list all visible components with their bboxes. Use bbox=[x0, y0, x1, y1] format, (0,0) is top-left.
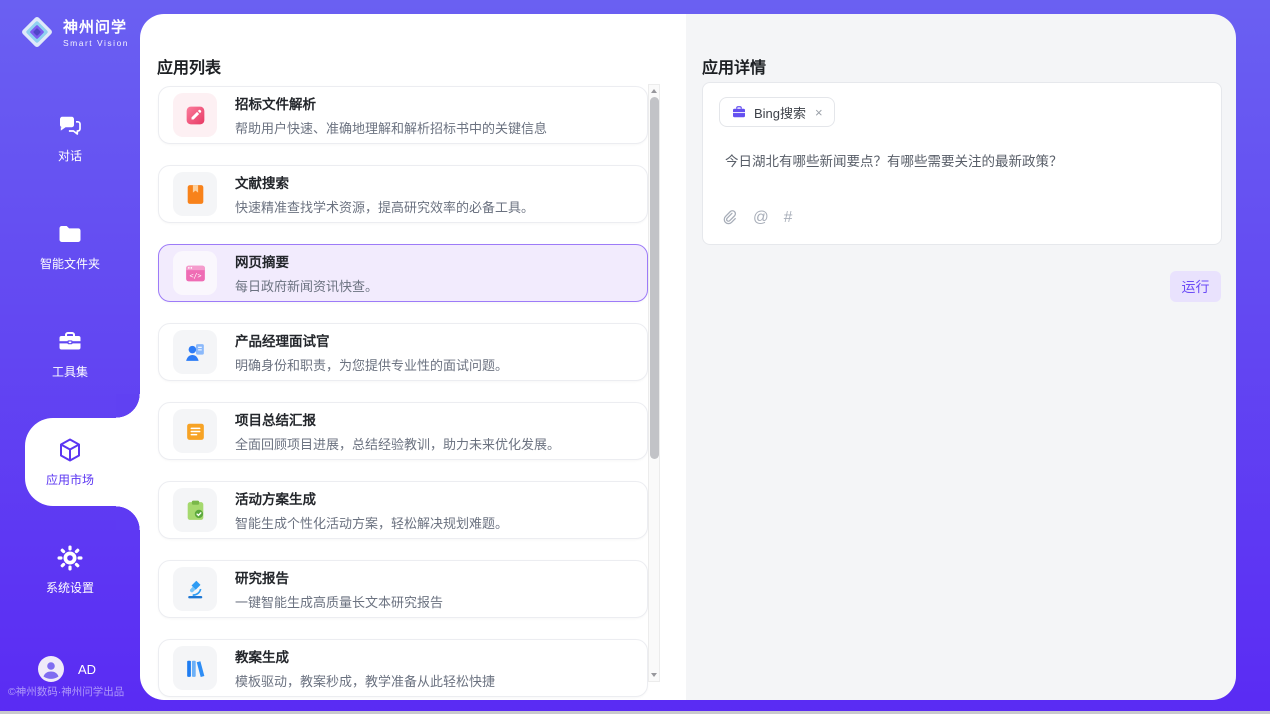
brand-name: 神州问学 bbox=[63, 16, 129, 37]
sidebar-item-settings[interactable]: 系统设置 bbox=[0, 516, 140, 624]
interviewer-icon bbox=[183, 340, 208, 365]
app-icon-tile bbox=[173, 488, 217, 532]
brand-tagline: Smart Vision bbox=[63, 38, 129, 48]
app-desc: 每日政府新闻资讯快查。 bbox=[235, 276, 378, 295]
app-card[interactable]: 招标文件解析 帮助用户快速、准确地理解和解析招标书中的关键信息 bbox=[158, 86, 648, 144]
scrollbar[interactable] bbox=[648, 84, 660, 682]
tab-curve-top bbox=[116, 394, 140, 418]
sidebar-item-toolset[interactable]: 工具集 bbox=[0, 300, 140, 408]
app-desc: 帮助用户快速、准确地理解和解析招标书中的关键信息 bbox=[235, 118, 547, 137]
app-name: 教案生成 bbox=[235, 646, 495, 666]
app-icon-tile bbox=[173, 409, 217, 453]
app-card[interactable]: </> 网页摘要 每日政府新闻资讯快查。 bbox=[158, 244, 648, 302]
app-detail-title: 应用详情 bbox=[702, 54, 766, 78]
sidebar-item-label: 对话 bbox=[58, 147, 82, 164]
app-desc: 智能生成个性化活动方案，轻松解决规划难题。 bbox=[235, 513, 508, 532]
chat-icon bbox=[56, 112, 84, 140]
scrollbar-down-arrow-icon[interactable] bbox=[649, 669, 659, 681]
paperclip-icon[interactable] bbox=[721, 209, 738, 226]
prompt-toolbar: @ # bbox=[721, 209, 792, 226]
books-icon bbox=[183, 656, 208, 681]
webpage-icon: </> bbox=[183, 261, 208, 286]
brand-logo: 神州问学 Smart Vision bbox=[18, 13, 129, 51]
app-card[interactable]: 项目总结汇报 全面回顾项目进展，总结经验教训，助力未来优化发展。 bbox=[158, 402, 648, 460]
app-name: 活动方案生成 bbox=[235, 488, 508, 508]
doc-edit-icon bbox=[183, 103, 208, 128]
tab-curve-bottom bbox=[116, 506, 140, 530]
app-icon-tile bbox=[173, 330, 217, 374]
sidebar-item-label: 工具集 bbox=[52, 363, 88, 380]
app-card[interactable]: 文献搜索 快速精准查找学术资源，提高研究效率的必备工具。 bbox=[158, 165, 648, 223]
run-button[interactable]: 运行 bbox=[1170, 271, 1221, 302]
app-desc: 明确身份和职责，为您提供专业性的面试问题。 bbox=[235, 355, 508, 374]
app-icon-tile: </> bbox=[173, 251, 217, 295]
sidebar-item-chat[interactable]: 对话 bbox=[0, 84, 140, 192]
sidebar: 神州问学 Smart Vision 对话 智能文件夹 bbox=[0, 0, 140, 714]
app-icon-tile bbox=[173, 567, 217, 611]
app-list-panel: 应用列表 招标文件解析 帮助用户快速、准确地理解和解析招标书中的关键信息 文献搜… bbox=[140, 14, 686, 700]
chip-close-icon[interactable]: × bbox=[815, 105, 823, 120]
svg-text:</>: </> bbox=[189, 272, 201, 280]
app-name: 产品经理面试官 bbox=[235, 330, 508, 350]
app-name: 项目总结汇报 bbox=[235, 409, 560, 429]
clipboard-check-icon bbox=[183, 498, 208, 523]
sidebar-item-label: 应用市场 bbox=[46, 471, 94, 488]
briefcase-icon bbox=[731, 104, 747, 120]
sidebar-nav: 对话 智能文件夹 工具集 应用市场 bbox=[0, 84, 140, 624]
app-card-list: 招标文件解析 帮助用户快速、准确地理解和解析招标书中的关键信息 文献搜索 快速精… bbox=[158, 86, 648, 700]
app-window: 神州问学 Smart Vision 对话 智能文件夹 bbox=[0, 0, 1270, 714]
prompt-card[interactable]: Bing搜索 × 今日湖北有哪些新闻要点？有哪些需要关注的最新政策？ @ # bbox=[702, 82, 1222, 245]
user-chip[interactable]: AD bbox=[38, 656, 96, 682]
app-icon-tile bbox=[173, 93, 217, 137]
brand-diamond-icon bbox=[18, 13, 56, 51]
app-detail-panel: 应用详情 Bing搜索 × 今日湖北有哪些新闻要点？有哪些需要关注的最新政策？ … bbox=[686, 14, 1236, 700]
app-name: 网页摘要 bbox=[235, 251, 378, 271]
app-card[interactable]: 活动方案生成 智能生成个性化活动方案，轻松解决规划难题。 bbox=[158, 481, 648, 539]
sidebar-item-label: 系统设置 bbox=[46, 579, 94, 596]
app-list-title: 应用列表 bbox=[157, 54, 221, 78]
microscope-icon bbox=[183, 577, 208, 602]
app-desc: 快速精准查找学术资源，提高研究效率的必备工具。 bbox=[235, 197, 534, 216]
app-icon-tile bbox=[173, 646, 217, 690]
prompt-input[interactable]: 今日湖北有哪些新闻要点？有哪些需要关注的最新政策？ bbox=[725, 152, 1201, 172]
gear-icon bbox=[56, 544, 84, 572]
toolbox-icon bbox=[56, 328, 84, 356]
app-desc: 一键智能生成高质量长文本研究报告 bbox=[235, 592, 443, 611]
tool-chip-label: Bing搜索 bbox=[754, 103, 806, 122]
app-name: 研究报告 bbox=[235, 567, 443, 587]
app-name: 文献搜索 bbox=[235, 172, 534, 192]
app-desc: 模板驱动，教案秒成，教学准备从此轻松快捷 bbox=[235, 671, 495, 690]
cube-icon bbox=[56, 436, 84, 464]
at-icon[interactable]: @ bbox=[753, 209, 769, 226]
app-name: 招标文件解析 bbox=[235, 93, 547, 113]
app-desc: 全面回顾项目进展，总结经验教训，助力未来优化发展。 bbox=[235, 434, 560, 453]
avatar bbox=[38, 656, 64, 682]
app-card[interactable]: 研究报告 一键智能生成高质量长文本研究报告 bbox=[158, 560, 648, 618]
user-initials: AD bbox=[78, 662, 96, 677]
sidebar-footer: ©神州数码·神州问学出品 bbox=[8, 684, 124, 699]
scrollbar-up-arrow-icon[interactable] bbox=[649, 85, 659, 97]
hash-icon[interactable]: # bbox=[784, 209, 793, 226]
report-note-icon bbox=[183, 419, 208, 444]
book-icon bbox=[183, 182, 208, 207]
app-icon-tile bbox=[173, 172, 217, 216]
scrollbar-thumb[interactable] bbox=[650, 97, 659, 459]
sidebar-item-label: 智能文件夹 bbox=[40, 255, 100, 272]
tool-chip-bing[interactable]: Bing搜索 × bbox=[719, 97, 835, 127]
app-card[interactable]: 产品经理面试官 明确身份和职责，为您提供专业性的面试问题。 bbox=[158, 323, 648, 381]
sidebar-item-smart-folder[interactable]: 智能文件夹 bbox=[0, 192, 140, 300]
app-card[interactable]: 教案生成 模板驱动，教案秒成，教学准备从此轻松快捷 bbox=[158, 639, 648, 697]
sidebar-item-app-market[interactable]: 应用市场 bbox=[0, 408, 140, 516]
folder-icon bbox=[56, 220, 84, 248]
